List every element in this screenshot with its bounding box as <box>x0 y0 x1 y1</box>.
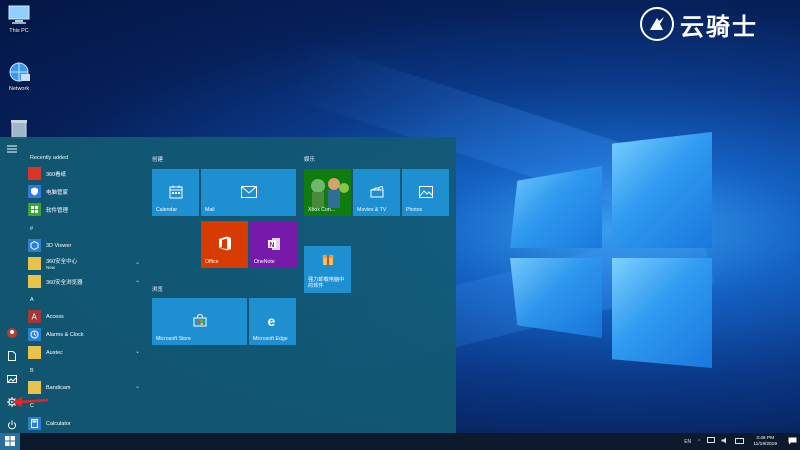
tile-onenote[interactable]: N OneNote <box>250 221 297 268</box>
tile-microsoft-edge[interactable]: e Microsoft Edge <box>249 298 296 345</box>
calculator-icon <box>28 417 41 430</box>
shield-icon <box>28 185 41 198</box>
new-badge: New <box>46 265 56 270</box>
speaker-icon[interactable] <box>721 437 729 446</box>
store-bag-icon <box>193 314 207 329</box>
xbox-characters-icon <box>306 174 350 212</box>
windows-logo-pane <box>510 258 602 338</box>
app-item-360-security[interactable]: 360安全中心 New ⌄ <box>28 256 140 271</box>
watermark-text: 云骑士 <box>680 13 758 41</box>
app-item-bandicam[interactable]: Bandicam ⌄ <box>28 380 140 395</box>
svg-text:e: e <box>267 314 275 328</box>
tile-photos[interactable]: Photos <box>402 169 449 216</box>
keyboard-icon[interactable] <box>735 437 745 446</box>
chevron-down-icon[interactable]: ⌄ <box>135 348 140 355</box>
tile-xbox[interactable]: Xbox Con... <box>304 169 351 216</box>
access-icon: A <box>28 310 41 323</box>
chevron-down-icon[interactable]: ⌄ <box>135 259 140 266</box>
windows-logo-icon <box>5 435 15 448</box>
app-icon <box>28 167 41 180</box>
app-list: Recently added 360看纸 电脑管家 软件管理 # 3D View… <box>24 137 144 433</box>
app-item-access[interactable]: A Access <box>28 309 140 324</box>
tile-microsoft-store[interactable]: Microsoft Store <box>152 298 247 345</box>
windows-logo-pane <box>510 166 602 248</box>
folder-icon <box>28 346 41 359</box>
app-item-3d-viewer[interactable]: 3D Viewer <box>28 238 140 253</box>
windows-logo-pane <box>612 258 712 368</box>
office-icon <box>218 236 232 253</box>
app-item-360kanzhi[interactable]: 360看纸 <box>28 166 140 181</box>
folder-icon <box>28 275 41 288</box>
start-rail <box>0 137 24 433</box>
package-icon <box>322 254 334 268</box>
hamburger-menu-icon[interactable] <box>6 143 18 155</box>
taskbar: EN ⌃ 3:46 PM 11/19/2019 <box>0 433 800 450</box>
mail-icon <box>240 185 257 200</box>
knight-logo-icon <box>640 7 674 41</box>
pictures-icon[interactable] <box>6 373 18 385</box>
input-language[interactable]: EN <box>684 439 691 445</box>
notification-icon[interactable] <box>788 437 797 447</box>
start-menu: Recently added 360看纸 电脑管家 软件管理 # 3D View… <box>0 137 456 433</box>
clock[interactable]: 3:46 PM 11/19/2019 <box>753 436 777 448</box>
svg-text:A: A <box>32 313 38 322</box>
chevron-up-icon[interactable]: ⌃ <box>697 439 701 445</box>
watermark: 云骑士 <box>640 4 790 44</box>
app-item-alarms-clock[interactable]: Alarms & Clock <box>28 327 140 342</box>
desktop-icon-this-pc[interactable]: This PC <box>2 4 36 34</box>
tile-movies-tv[interactable]: Movies & TV <box>353 169 400 216</box>
onenote-icon: N <box>267 237 281 253</box>
section-hash[interactable]: # <box>30 226 33 232</box>
section-b[interactable]: B <box>30 368 34 374</box>
tile-calendar[interactable]: Calendar <box>152 169 199 216</box>
clock-date: 11/19/2019 <box>753 441 777 447</box>
svg-text:N: N <box>269 241 274 248</box>
film-icon <box>370 185 384 200</box>
folder-icon <box>28 257 41 270</box>
cube-icon <box>28 239 41 252</box>
windows-logo-pane <box>612 132 712 248</box>
tile-office[interactable]: Office <box>201 221 248 268</box>
start-button[interactable] <box>0 433 20 450</box>
desktop-icon-label: This PC <box>9 28 29 34</box>
this-pc-icon <box>7 4 31 26</box>
grid-icon <box>28 203 41 216</box>
tile-uninstall-tool[interactable]: 强力卸载电脑中的软件 <box>304 246 351 293</box>
group-browse[interactable]: 浏览 <box>152 285 163 293</box>
system-tray: EN ⌃ 3:46 PM 11/19/2019 <box>681 433 800 450</box>
folder-icon <box>28 381 41 394</box>
power-icon[interactable] <box>6 419 18 431</box>
chevron-down-icon[interactable]: ⌄ <box>135 383 140 390</box>
section-recently-added: Recently added <box>30 155 69 161</box>
photo-icon <box>418 185 433 200</box>
app-item-austec[interactable]: Austec ⌄ <box>28 345 140 360</box>
network-icon <box>7 62 31 84</box>
app-item-calculator[interactable]: Calculator <box>28 416 140 431</box>
desktop-icon-label: Network <box>8 86 30 92</box>
clock-time: 3:46 PM <box>756 435 775 441</box>
annotation-arrow-settings <box>12 397 49 407</box>
group-play[interactable]: 娱乐 <box>304 155 315 163</box>
app-item-360-browser[interactable]: 360安全浏览器 ⌄ <box>28 274 140 289</box>
section-a[interactable]: A <box>30 297 34 303</box>
clock-icon <box>28 328 41 341</box>
tile-mail[interactable]: Mail <box>201 169 296 216</box>
calendar-icon <box>169 185 183 201</box>
user-avatar-icon[interactable] <box>6 327 18 339</box>
app-item-software-manager[interactable]: 软件管理 <box>28 202 140 217</box>
network-status-icon[interactable] <box>707 437 716 446</box>
app-item-pc-manager[interactable]: 电脑管家 <box>28 184 140 199</box>
group-create[interactable]: 创建 <box>152 155 163 163</box>
desktop-icon-network[interactable]: Network <box>2 62 36 92</box>
edge-icon: e <box>266 313 280 330</box>
chevron-down-icon[interactable]: ⌄ <box>135 277 140 284</box>
documents-icon[interactable] <box>6 350 18 362</box>
